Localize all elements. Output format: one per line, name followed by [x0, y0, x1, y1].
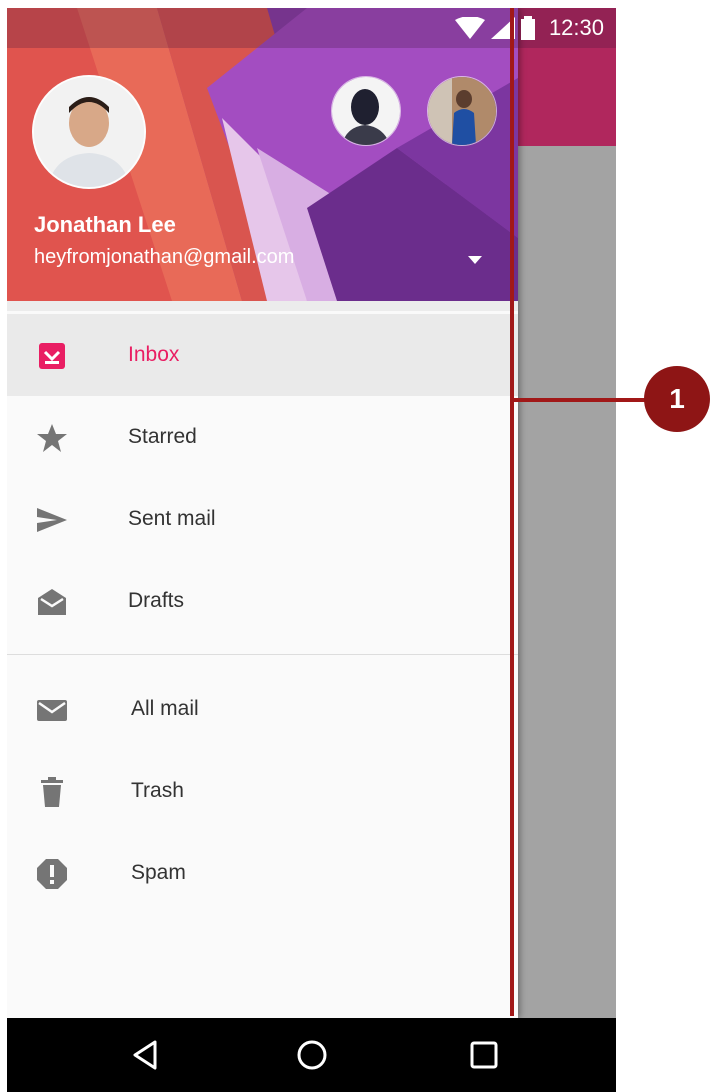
recents-icon[interactable] [467, 1038, 501, 1072]
annotation-connector [514, 398, 646, 402]
avatar-account-2[interactable] [331, 76, 401, 146]
spam-icon [37, 859, 67, 889]
avatar-primary[interactable] [32, 75, 146, 189]
person-photo-icon [34, 77, 144, 187]
phone-screen: 12:30 Jonathan Lee heyfromjonathan@gmail… [7, 8, 616, 1092]
account-name: Jonathan Lee [34, 212, 176, 237]
menu-item-sent-mail[interactable]: Sent mail [7, 478, 518, 560]
menu-item-all-mail[interactable]: All mail [7, 668, 518, 750]
avatar-account-3[interactable] [427, 76, 497, 146]
navigation-drawer: Jonathan Lee heyfromjonathan@gmail.com I… [7, 8, 518, 1018]
drafts-icon [38, 589, 66, 615]
menu-label: Drafts [128, 589, 185, 612]
menu-label: Inbox [128, 343, 180, 366]
menu-divider [7, 654, 518, 655]
annotation-line [510, 8, 514, 1016]
menu-label: Starred [128, 425, 197, 448]
drawer-header: Jonathan Lee heyfromjonathan@gmail.com [7, 8, 518, 301]
star-icon [37, 424, 67, 452]
menu-item-trash[interactable]: Trash [7, 750, 518, 832]
account-email: heyfromjonathan@gmail.com [34, 246, 295, 268]
person-photo-icon [428, 77, 496, 145]
menu-label: All mail [131, 697, 199, 720]
mail-icon [37, 700, 67, 721]
back-icon[interactable] [129, 1038, 163, 1072]
menu-label: Trash [131, 779, 184, 802]
header-divider [7, 301, 518, 311]
inbox-icon [39, 343, 65, 369]
wifi-icon [454, 17, 485, 39]
trash-icon [41, 777, 63, 807]
menu-item-starred[interactable]: Starred [7, 396, 518, 478]
send-icon [37, 508, 67, 532]
menu-label: Sent mail [128, 507, 216, 530]
person-photo-icon [332, 77, 400, 145]
menu-item-drafts[interactable]: Drafts [7, 560, 518, 642]
menu-item-spam[interactable]: Spam [7, 832, 518, 914]
navigation-bar [7, 1018, 616, 1092]
status-bar: 12:30 [7, 8, 616, 48]
battery-icon [520, 16, 535, 40]
menu-item-inbox[interactable]: Inbox [7, 314, 518, 396]
menu-label: Spam [131, 861, 186, 884]
home-icon[interactable] [295, 1038, 329, 1072]
dropdown-arrow-icon[interactable] [465, 250, 485, 270]
status-clock: 12:30 [548, 15, 604, 40]
annotation-badge: 1 [644, 366, 710, 432]
